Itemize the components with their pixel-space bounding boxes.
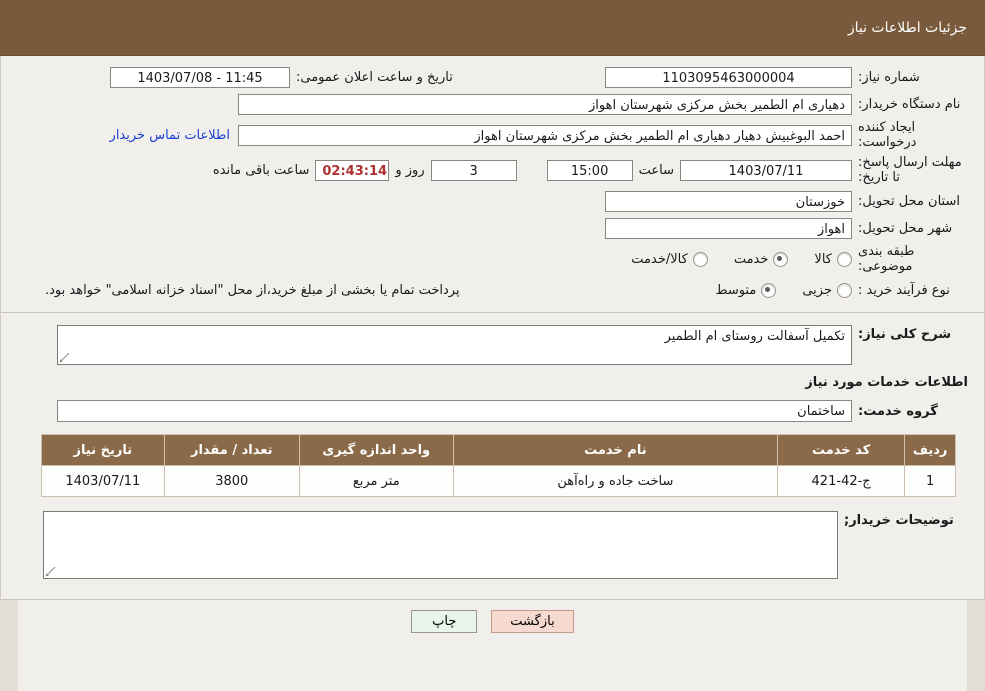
col-quantity: تعداد / مقدار [163,434,300,466]
remaining-days-label: روز و [395,162,425,178]
requester-value: احمد البوغبیش دهیار دهیاری ام الطمیر بخش… [238,124,852,146]
category-option-service-label: خدمت [733,251,769,267]
need-details-panel: شرح کلی نیاز: تکمیل آسفالت روستای ام الط… [0,313,985,600]
row-service-group: گروه خدمت: ساختمان [15,400,970,422]
cell-row-no: 1 [904,465,956,497]
announce-datetime-value: 1403/07/08 - 11:45 [110,66,290,88]
requester-label: ایجاد کننده درخواست: [858,120,917,150]
city-label: شهر محل تحویل: [858,220,953,236]
page-title: جزئیات اطلاعات نیاز [847,19,967,36]
col-row-no: ردیف [904,434,956,466]
remaining-days: 3 [430,159,517,181]
category-option-service[interactable]: خدمت [733,251,789,267]
category-option-goods-service-label: کالا/خدمت [631,251,688,267]
deadline-time-label: ساعت [638,162,674,178]
description-value: تکمیل آسفالت روستای ام الطمیر [664,329,845,344]
row-process-type: نوع فرآیند خرید : جزیی متوسط پرداخت تمام… [15,279,970,301]
need-number-label: شماره نیاز: [858,69,920,85]
province-value: خوزستان [605,190,852,212]
process-option-medium[interactable]: متوسط [715,282,777,298]
row-buyer-org: نام دستگاه خریدار: دهیاری ام الطمیر بخش … [15,93,970,115]
process-option-minor-label: جزیی [802,282,832,298]
row-category: طبقه بندی موضوعی: کالا خدمت کالا/خدمت [15,244,970,274]
services-table: ردیف کد خدمت نام خدمت واحد اندازه گیری ت… [41,434,956,497]
category-option-goods[interactable]: کالا [814,251,852,267]
buyer-contact-link[interactable]: اطلاعات تماس خریدار [102,128,238,143]
radio-service-icon[interactable] [773,251,789,267]
category-option-goods-service[interactable]: کالا/خدمت [631,251,708,267]
need-info-panel: شماره نیاز: 1103095463000004 تاریخ و ساع… [0,56,985,313]
row-city: شهر محل تحویل: اهواز [15,217,970,239]
process-note: پرداخت تمام یا بخشی از مبلغ خرید،از محل … [45,282,460,298]
radio-goods-service-icon[interactable] [692,251,708,267]
remaining-hours-label: ساعت باقی مانده [212,162,310,178]
radio-minor-icon[interactable] [837,282,852,298]
table-header-row: ردیف کد خدمت نام خدمت واحد اندازه گیری ت… [41,434,956,466]
deadline-date: 1403/07/11 [680,159,852,181]
cell-need-date: 1403/07/11 [41,465,165,497]
category-label: طبقه بندی موضوعی: [858,244,915,274]
service-group-label: گروه خدمت: [858,403,938,419]
buyer-org-value: دهیاری ام الطمیر بخش مرکزی شهرستان اهواز [238,93,852,115]
col-service-name: نام خدمت [452,434,779,466]
buyer-notes-label: توضیحات خریدار; [844,513,954,528]
deadline-time: 15:00 [546,159,633,181]
resize-handle-icon[interactable] [46,567,56,577]
remaining-timer: 02:43:14 [315,159,390,181]
radio-medium-icon[interactable] [761,282,777,298]
row-requester: ایجاد کننده درخواست: احمد البوغبیش دهیار… [15,120,970,150]
radio-goods-icon[interactable] [837,251,852,267]
city-value: اهواز [605,217,852,239]
cell-unit: متر مربع [298,465,454,497]
buyer-notes-value [44,512,837,518]
announce-datetime-label: تاریخ و ساعت اعلان عمومی: [296,69,453,85]
cell-service-name: ساخت جاده و راه‌آهن [452,465,779,497]
row-buyer-notes: توضیحات خریدار; [15,511,970,591]
service-group-value: ساختمان [57,400,852,422]
print-button[interactable]: چاپ [411,610,478,633]
page-header: جزئیات اطلاعات نیاز [0,0,985,56]
page-root: جزئیات اطلاعات نیاز AnaTender.net شماره … [0,0,985,691]
process-option-minor[interactable]: جزیی [802,282,852,298]
footer-actions: بازگشت چاپ [0,600,985,633]
need-number-value: 1103095463000004 [605,66,852,88]
services-section-title: اطلاعات خدمات مورد نیاز [805,375,968,390]
row-deadline: مهلت ارسال پاسخ: تا تاریخ: 1403/07/11 سا… [15,155,970,185]
province-label: استان محل تحویل: [858,193,960,209]
col-unit: واحد اندازه گیری [298,434,454,466]
back-button[interactable]: بازگشت [491,610,574,633]
deadline-label: مهلت ارسال پاسخ: تا تاریخ: [858,155,962,185]
process-option-medium-label: متوسط [715,282,757,298]
row-need-number: شماره نیاز: 1103095463000004 تاریخ و ساع… [15,66,970,88]
process-label: نوع فرآیند خرید : [858,282,950,298]
buyer-notes-textarea[interactable] [43,511,838,579]
row-description: شرح کلی نیاز: تکمیل آسفالت روستای ام الط… [15,325,970,365]
col-need-date: تاریخ نیاز [41,434,165,466]
cell-service-code: ج-42-421 [777,465,906,497]
description-textarea[interactable]: تکمیل آسفالت روستای ام الطمیر [57,325,852,365]
col-service-code: کد خدمت [777,434,906,466]
resize-handle-icon[interactable] [60,353,70,363]
category-option-goods-label: کالا [814,251,832,267]
buyer-org-label: نام دستگاه خریدار: [858,96,961,112]
cell-quantity: 3800 [163,465,300,497]
table-row: 1 ج-42-421 ساخت جاده و راه‌آهن متر مربع … [41,465,956,497]
row-province: استان محل تحویل: خوزستان [15,190,970,212]
description-label: شرح کلی نیاز: [858,327,952,342]
